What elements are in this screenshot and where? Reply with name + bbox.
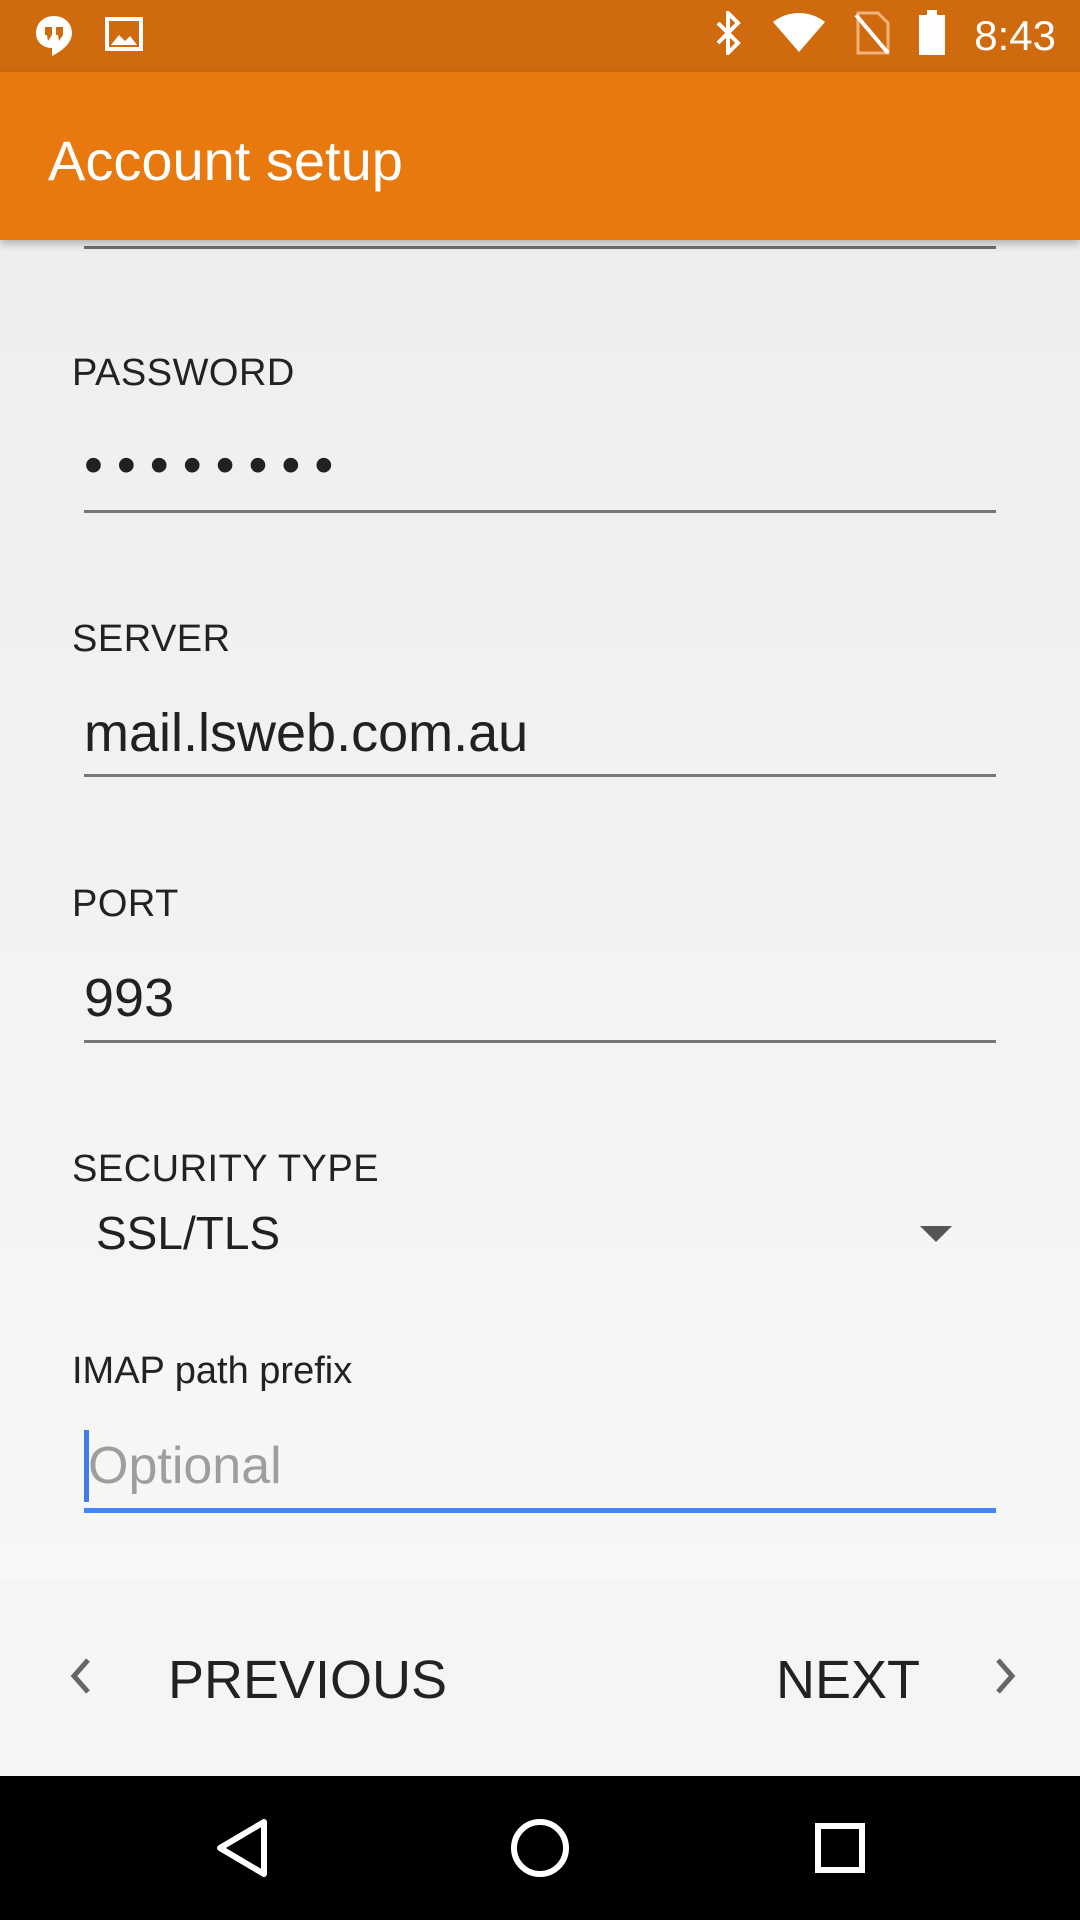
port-field[interactable]: 993 xyxy=(84,967,174,1029)
bluetooth-icon xyxy=(714,8,744,60)
imap-prefix-label: IMAP path prefix xyxy=(72,1350,353,1392)
system-nav-bar xyxy=(0,1776,1080,1920)
port-label: PORT xyxy=(72,883,179,925)
security-type-dropdown[interactable]: SSL/TLS xyxy=(72,1200,972,1280)
recents-icon[interactable] xyxy=(804,1812,876,1884)
chevron-left-icon xyxy=(64,1649,96,1711)
imap-prefix-underline xyxy=(84,1508,996,1513)
password-field[interactable]: •••••••• xyxy=(84,434,347,496)
security-type-value: SSL/TLS xyxy=(96,1207,281,1259)
status-bar: 8:43 xyxy=(0,0,1080,72)
security-type-label: SECURITY TYPE xyxy=(72,1148,380,1190)
form-content[interactable]: PASSWORD •••••••• SERVER mail.lsweb.com.… xyxy=(0,240,1080,1580)
wizard-footer: PREVIOUS NEXT xyxy=(0,1580,1080,1776)
app-bar: Account setup xyxy=(0,72,1080,240)
previous-button[interactable]: PREVIOUS xyxy=(64,1640,447,1720)
previous-field-underline xyxy=(84,246,996,249)
server-underline xyxy=(84,774,996,777)
server-label: SERVER xyxy=(72,618,231,660)
next-button[interactable]: NEXT xyxy=(776,1640,1022,1720)
wifi-icon xyxy=(772,12,826,59)
home-icon[interactable] xyxy=(504,1812,576,1884)
previous-label: PREVIOUS xyxy=(168,1650,448,1710)
server-field[interactable]: mail.lsweb.com.au xyxy=(84,702,528,764)
chevron-right-icon xyxy=(990,1649,1022,1711)
imap-prefix-input[interactable] xyxy=(84,1426,996,1506)
dropdown-arrow-icon xyxy=(920,1226,952,1242)
no-sim-icon xyxy=(854,11,890,60)
password-underline xyxy=(84,510,996,513)
port-underline xyxy=(84,1040,996,1043)
battery-icon xyxy=(918,10,946,61)
image-icon xyxy=(104,14,144,63)
password-label: PASSWORD xyxy=(72,352,295,394)
back-icon[interactable] xyxy=(206,1812,278,1884)
next-label: NEXT xyxy=(776,1650,921,1710)
page-title: Account setup xyxy=(48,129,403,192)
status-time: 8:43 xyxy=(974,11,1056,59)
hangouts-icon xyxy=(34,14,74,63)
